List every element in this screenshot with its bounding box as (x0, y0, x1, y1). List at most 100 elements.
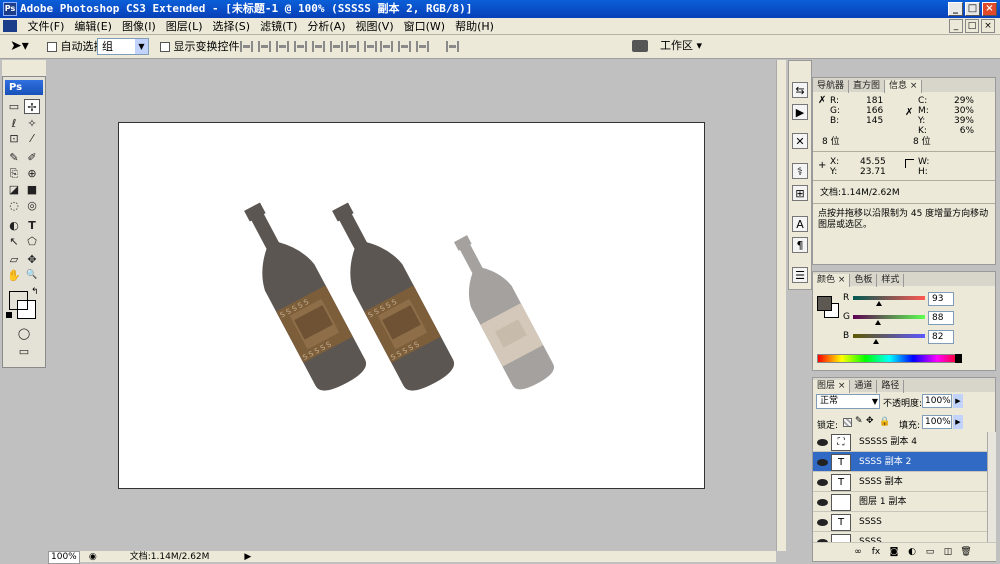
show-transform-checkbox-group[interactable]: 显示变换控件 (160, 40, 240, 54)
fill-input[interactable]: 100% (922, 415, 952, 429)
layer-mask-icon[interactable]: ◙ (885, 543, 903, 561)
menu-view[interactable]: 视图(V) (351, 18, 399, 35)
status-menu-icon[interactable]: ◉ (89, 552, 99, 563)
layer-row[interactable]: 图层 1 副本 (813, 492, 996, 512)
layer-style-icon[interactable]: fx (867, 543, 885, 561)
notes-tool-icon[interactable]: ▱ (6, 252, 22, 267)
align-vcenter-icon[interactable] (258, 41, 271, 52)
shape-tool-icon[interactable]: ⬠ (24, 234, 40, 249)
menu-window[interactable]: 窗口(W) (399, 18, 450, 35)
channel-input-b[interactable]: 82 (928, 330, 954, 344)
lock-transparency-icon[interactable] (843, 418, 852, 427)
swap-colors-icon[interactable]: ↰ (31, 287, 39, 297)
distribute-hcenter-icon[interactable] (416, 41, 429, 52)
layers-scrollbar[interactable] (987, 432, 996, 542)
eye-icon[interactable] (817, 439, 828, 446)
dock-clone-source-icon[interactable]: ⊞ (792, 185, 808, 201)
dock-character-icon[interactable]: A (792, 216, 808, 232)
hand-tool-icon[interactable]: ✋ (6, 268, 22, 283)
document-canvas[interactable]: S S S S S S S S S S (118, 122, 705, 489)
lock-position-icon[interactable]: ✥ (866, 416, 874, 426)
tab-color[interactable]: 颜色 × (813, 274, 851, 287)
delete-layer-icon[interactable]: 🗑 (957, 543, 975, 561)
doc-minimize-button[interactable]: _ (949, 19, 963, 33)
adjustment-layer-icon[interactable]: ◐ (903, 543, 921, 561)
auto-select-checkbox[interactable] (47, 42, 57, 52)
channel-slider-r[interactable] (853, 296, 925, 300)
move-tool-preset-icon[interactable]: ➤▾ (10, 38, 29, 54)
channel-thumb-g[interactable] (874, 320, 881, 325)
pen-tool-icon[interactable]: ◐ (6, 218, 22, 233)
color-spectrum-black[interactable] (955, 354, 962, 363)
blend-mode-dropdown[interactable]: 正常 ▼ (816, 394, 880, 409)
distribute-top-icon[interactable] (346, 41, 359, 52)
align-bottom-icon[interactable] (276, 41, 289, 52)
menu-analysis[interactable]: 分析(A) (302, 18, 350, 35)
type-tool-icon[interactable]: T (24, 218, 40, 233)
status-arrow-icon[interactable]: ▶ (244, 552, 251, 562)
lock-pixels-icon[interactable]: ✎ (855, 416, 863, 426)
dock-brushes-icon[interactable]: ⚕ (792, 163, 808, 179)
opacity-input[interactable]: 100% (922, 394, 952, 408)
distribute-vcenter-icon[interactable] (364, 41, 377, 52)
channel-input-g[interactable]: 88 (928, 311, 954, 325)
channel-thumb-r[interactable] (876, 301, 883, 306)
eye-icon[interactable] (817, 479, 828, 486)
slice-tool-icon[interactable]: ⁄ (24, 131, 40, 146)
dock-tool-presets-icon[interactable]: ✕ (792, 133, 808, 149)
magic-wand-tool-icon[interactable]: ✧ (24, 116, 40, 131)
layer-row[interactable]: ⛶ SSSSS 副本 4 (813, 432, 996, 452)
eye-icon[interactable] (817, 499, 828, 506)
color-panel-fg-swatch[interactable] (817, 296, 832, 311)
eyedropper-tool-icon[interactable]: ✥ (24, 252, 40, 267)
channel-slider-g[interactable] (853, 315, 925, 319)
distribute-bottom-icon[interactable] (380, 41, 393, 52)
layer-row[interactable]: T SSSS 副本 2 (813, 452, 996, 472)
crop-tool-icon[interactable]: ⊡ (6, 131, 22, 146)
lock-all-icon[interactable]: 🔒 (879, 417, 890, 427)
menu-help[interactable]: 帮助(H) (450, 18, 499, 35)
brush-tool-icon[interactable]: ✐ (24, 150, 40, 165)
dock-paragraph-icon[interactable]: ¶ (792, 237, 808, 253)
align-left-icon[interactable] (294, 41, 307, 52)
align-right-icon[interactable] (330, 41, 343, 52)
tab-histogram[interactable]: 直方图 (849, 80, 886, 93)
path-selection-tool-icon[interactable]: ↖ (6, 234, 22, 249)
move-tool-icon[interactable]: ✢ (24, 99, 40, 114)
layer-row[interactable]: SSSS (813, 532, 996, 543)
layer-row[interactable]: T SSSS 副本 (813, 472, 996, 492)
tab-info[interactable]: 信息 × (885, 80, 923, 93)
menu-file[interactable]: 文件(F) (23, 18, 70, 35)
photoshop-app-icon[interactable]: Ps (3, 2, 17, 16)
foreground-color-swatch[interactable] (9, 291, 28, 310)
align-top-icon[interactable] (240, 41, 253, 52)
healing-brush-tool-icon[interactable]: ✎ (6, 150, 22, 165)
menu-edit[interactable]: 编辑(E) (69, 18, 117, 35)
eye-icon[interactable] (817, 459, 828, 466)
color-spectrum-bar[interactable] (817, 354, 962, 363)
auto-align-icon[interactable] (446, 41, 459, 52)
auto-select-dropdown[interactable]: 组 ▼ (97, 38, 149, 55)
new-group-icon[interactable]: ▭ (921, 543, 939, 561)
marquee-tool-icon[interactable]: ▭ (6, 99, 22, 114)
zoom-tool-icon[interactable]: 🔍 (24, 268, 40, 283)
ps-logo[interactable]: Ps (5, 80, 43, 95)
tab-styles[interactable]: 样式 (877, 274, 905, 287)
dock-layer-comps-icon[interactable]: ☰ (792, 267, 808, 283)
layer-row[interactable]: T SSSS (813, 512, 996, 532)
menu-filter[interactable]: 滤镜(T) (255, 18, 302, 35)
show-transform-checkbox[interactable] (160, 42, 170, 52)
new-layer-icon[interactable]: ◫ (939, 543, 957, 561)
tab-channels[interactable]: 通道 (850, 380, 878, 393)
tab-navigator[interactable]: 导航器 (813, 80, 850, 93)
canvas-vertical-scrollbar[interactable] (776, 60, 786, 551)
close-window-button[interactable]: × (982, 2, 997, 16)
bridge-icon[interactable] (632, 40, 648, 52)
channel-slider-b[interactable] (853, 334, 925, 338)
menu-select[interactable]: 选择(S) (208, 18, 256, 35)
eye-icon[interactable] (817, 519, 828, 526)
screen-mode-icon[interactable]: ▭ (16, 344, 32, 359)
opacity-slider-icon[interactable]: ▶ (953, 394, 963, 408)
maximize-window-button[interactable]: □ (965, 2, 980, 16)
gradient-tool-icon[interactable]: ■ (24, 182, 40, 197)
